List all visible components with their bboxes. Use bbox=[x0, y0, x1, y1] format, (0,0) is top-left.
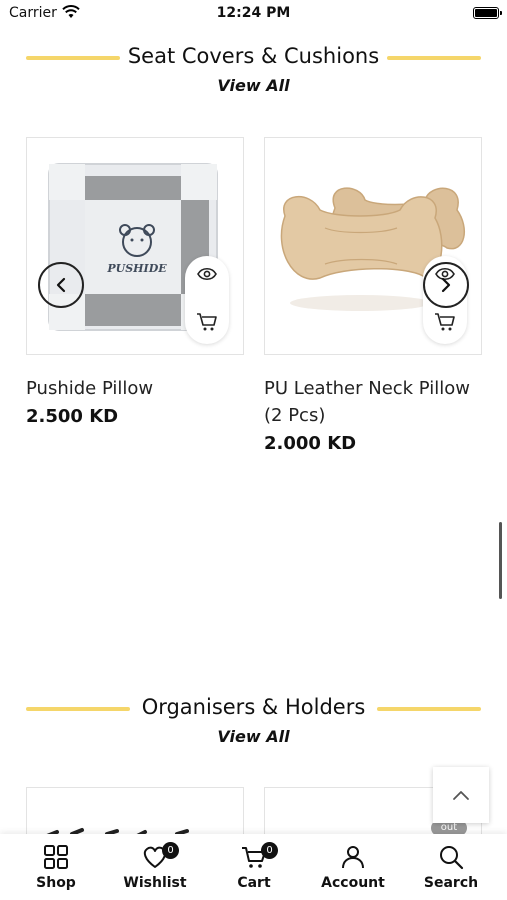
carousel-next-button[interactable] bbox=[423, 262, 469, 308]
chevron-up-icon bbox=[453, 791, 469, 800]
svg-text:PUSHIDE: PUSHIDE bbox=[106, 262, 167, 275]
cart-count-badge: 0 bbox=[261, 842, 278, 859]
chevron-right-icon bbox=[441, 277, 451, 293]
nav-item-account[interactable]: Account bbox=[303, 834, 403, 900]
section-header-seat-covers: Seat Covers & Cushions View All bbox=[0, 44, 507, 104]
product-price: 2.500 KD bbox=[26, 406, 119, 427]
nav-label: Account bbox=[321, 875, 385, 891]
product-name[interactable]: Pushide Pillow bbox=[26, 375, 244, 402]
nav-item-shop[interactable]: Shop bbox=[6, 834, 106, 900]
nav-label: Cart bbox=[237, 875, 271, 891]
section-title: Organisers & Holders bbox=[141, 695, 366, 719]
person-icon bbox=[342, 846, 364, 869]
search-icon bbox=[440, 846, 464, 870]
eye-icon[interactable] bbox=[197, 266, 217, 285]
nav-label: Search bbox=[423, 875, 479, 891]
clock: 12:24 PM bbox=[216, 5, 291, 21]
bottom-nav: Shop 0 Wishlist 0 Cart Account Search bbox=[0, 834, 507, 900]
wishlist-count-badge: 0 bbox=[162, 842, 179, 859]
view-all-link[interactable]: View All bbox=[0, 727, 507, 746]
nav-item-search[interactable]: Search bbox=[401, 834, 501, 900]
nav-label: Wishlist bbox=[123, 875, 187, 891]
carousel-prev-button[interactable] bbox=[38, 262, 84, 308]
scroll-indicator[interactable] bbox=[499, 522, 502, 599]
product-name[interactable]: PU Leather Neck Pillow (2 Pcs) bbox=[264, 375, 482, 429]
status-bar: Carrier 12:24 PM bbox=[0, 0, 507, 28]
nav-item-cart[interactable]: 0 Cart bbox=[204, 834, 304, 900]
product-image[interactable] bbox=[264, 137, 482, 355]
section-header-organisers: Organisers & Holders View All bbox=[0, 695, 507, 755]
add-to-cart-icon[interactable] bbox=[434, 312, 456, 336]
nav-label: Shop bbox=[36, 875, 76, 891]
nav-item-wishlist[interactable]: 0 Wishlist bbox=[105, 834, 205, 900]
product-price: 2.000 KD bbox=[264, 433, 357, 454]
add-to-cart-icon[interactable] bbox=[196, 312, 218, 336]
back-to-top-button[interactable] bbox=[433, 767, 489, 823]
chevron-left-icon bbox=[56, 277, 66, 293]
section-title: Seat Covers & Cushions bbox=[127, 44, 380, 68]
grid-icon bbox=[44, 845, 68, 869]
view-all-link[interactable]: View All bbox=[0, 76, 507, 95]
battery-icon bbox=[473, 7, 502, 19]
product-image[interactable]: PUSHIDE bbox=[26, 137, 244, 355]
product-actions bbox=[185, 256, 229, 344]
